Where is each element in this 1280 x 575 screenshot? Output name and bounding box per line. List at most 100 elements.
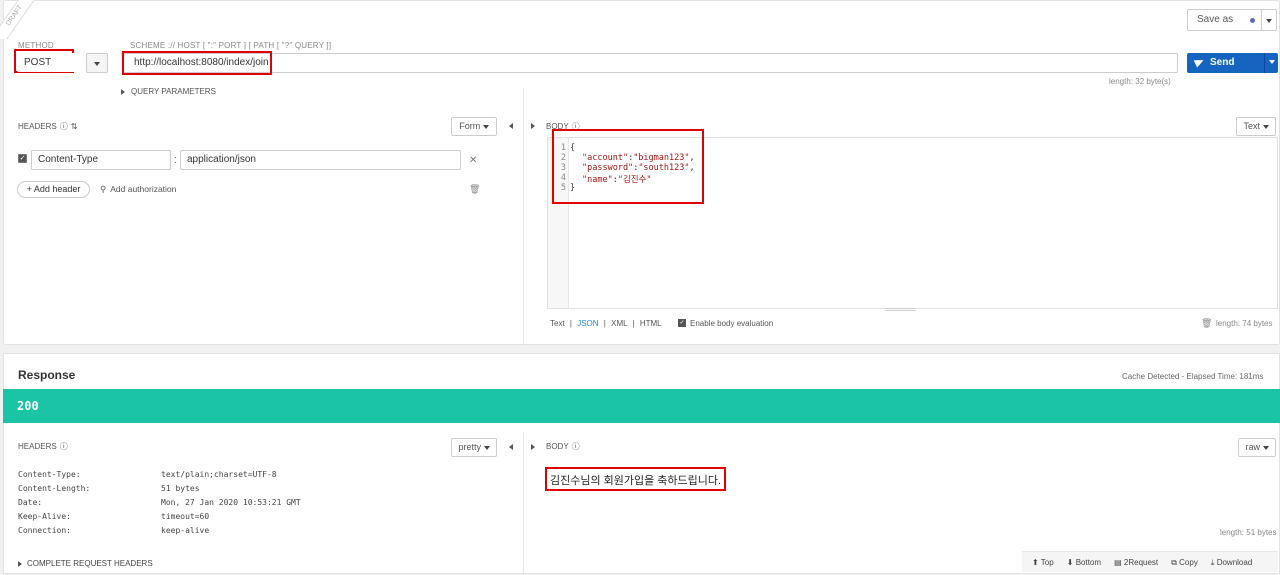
download-label: Download	[1216, 558, 1253, 567]
key-icon: ⚲	[100, 184, 107, 194]
url-input[interactable]: http://localhost:8080/index/join	[122, 53, 1178, 73]
query-parameters-toggle[interactable]: QUERY PARAMETERS	[121, 87, 216, 96]
url-highlight	[122, 51, 272, 75]
response-headers-mode-select[interactable]: pretty	[451, 438, 497, 457]
response-header-row: Keep-Alive: timeout=60	[18, 512, 318, 523]
save-as-label: Save as	[1197, 14, 1234, 25]
save-as-dropdown[interactable]	[1261, 9, 1277, 31]
request-panel: DRAFT METHOD POST SCHEME :// HOST [ ":" …	[0, 0, 1280, 346]
separator: |	[603, 319, 606, 328]
triangle-right-icon	[531, 444, 535, 451]
send-dropdown[interactable]	[1264, 53, 1278, 73]
body-length: length: 74 bytes	[1216, 319, 1273, 328]
chevron-down-icon	[1262, 124, 1269, 129]
download-button[interactable]: ⤓ Download	[1211, 553, 1252, 573]
response-headers-mode-label: pretty	[458, 442, 481, 452]
response-title: Response	[18, 368, 76, 382]
chevron-down-icon	[94, 61, 100, 66]
response-headers-title: HEADERS ⓘ	[18, 441, 68, 452]
response-header-value: 51 bytes	[161, 484, 200, 493]
add-authorization-link[interactable]: ⚲ Add authorization	[100, 184, 176, 195]
method-dropdown-button[interactable]	[86, 53, 108, 73]
response-body-mode-select[interactable]: raw	[1238, 438, 1276, 457]
send-icon	[1193, 56, 1206, 68]
add-authorization-label: Add authorization	[110, 184, 177, 194]
url-length: length: 32 byte(s)	[1109, 77, 1171, 86]
bottom-label: Bottom	[1075, 558, 1102, 567]
send-button[interactable]: Send	[1187, 53, 1264, 73]
body-mode-select[interactable]: Text	[1236, 117, 1276, 136]
complete-request-headers-label: COMPLETE REQUEST HEADERS	[27, 559, 153, 568]
panel-divider	[523, 432, 524, 575]
method-select[interactable]: POST	[17, 53, 87, 72]
help-icon: ⓘ	[59, 442, 68, 451]
format-text[interactable]: Text	[550, 319, 565, 328]
cache-info: Cache Detected - Elapsed Time: 181ms	[1122, 372, 1264, 381]
format-json[interactable]: JSON	[577, 319, 598, 328]
response-header-key: Date:	[18, 498, 43, 507]
response-body-title-text: BODY	[546, 442, 569, 451]
response-body-text: 김진수님의 회원가입을 축하드립니다.	[550, 475, 722, 487]
chevron-down-icon	[1262, 445, 1269, 450]
body-evaluation-checkbox[interactable]: ✓	[678, 319, 686, 327]
format-html[interactable]: HTML	[640, 319, 662, 328]
response-header-row: Content-Type: text/plain;charset=UTF-8	[18, 470, 318, 481]
expand-right-icon[interactable]	[531, 120, 535, 132]
remove-header-icon[interactable]: ✕	[469, 155, 477, 166]
triangle-right-icon	[531, 123, 535, 130]
add-header-button[interactable]: + Add header	[17, 181, 90, 198]
chevron-down-icon	[1268, 60, 1275, 65]
response-header-key: Connection:	[18, 526, 71, 535]
headers-title: HEADERS ⓘ ⇅	[18, 121, 77, 132]
body-evaluation-label: Enable body evaluation	[690, 319, 774, 328]
format-xml[interactable]: XML	[611, 319, 627, 328]
save-as-button[interactable]: Save as	[1187, 9, 1262, 31]
clear-body-icon[interactable]: 🗑	[1201, 318, 1212, 329]
header-separator: :	[174, 154, 178, 166]
draft-label: DRAFT	[0, 0, 41, 39]
expand-right-icon[interactable]	[531, 441, 535, 453]
response-header-row: Date: Mon, 27 Jan 2020 10:53:21 GMT	[18, 498, 318, 509]
status-bar: 200	[3, 389, 1280, 423]
response-header-key: Content-Type:	[18, 470, 81, 479]
chevron-down-icon	[1266, 18, 1272, 23]
response-header-value: text/plain;charset=UTF-8	[161, 470, 277, 479]
to-request-button[interactable]: ▤ 2Request	[1114, 553, 1158, 573]
sort-icon[interactable]: ⇅	[71, 122, 78, 131]
response-body-title: BODY ⓘ	[546, 441, 580, 452]
url-label: SCHEME :// HOST [ ":" PORT ] [ PATH [ "?…	[130, 41, 332, 50]
chevron-right-icon	[18, 560, 22, 567]
arrow-up-icon: ⬆	[1032, 558, 1039, 567]
panel-divider	[523, 88, 524, 346]
headers-mode-select[interactable]: Form	[451, 117, 497, 136]
header-enabled-checkbox[interactable]: ✓	[18, 154, 27, 163]
chevron-right-icon	[121, 88, 125, 95]
draft-ribbon: DRAFT	[0, 0, 44, 39]
header-value-input[interactable]: application/json	[180, 150, 461, 170]
resize-handle[interactable]	[886, 308, 916, 311]
response-header-value: Mon, 27 Jan 2020 10:53:21 GMT	[161, 498, 301, 507]
arrow-down-icon: ⬇	[1066, 558, 1074, 567]
top-button[interactable]: ⬆ Top	[1032, 553, 1054, 573]
complete-request-headers-toggle[interactable]: COMPLETE REQUEST HEADERS	[18, 559, 153, 568]
bottom-button[interactable]: ⬇ Bottom	[1067, 553, 1101, 573]
copy-button[interactable]: ⧉ Copy	[1171, 553, 1198, 573]
chevron-down-icon	[482, 124, 489, 129]
trash-icon[interactable]: 🗑	[469, 184, 480, 195]
header-name-input[interactable]: Content-Type	[31, 150, 171, 170]
help-icon: ⓘ	[571, 442, 580, 451]
document-icon: ▤	[1114, 558, 1122, 567]
collapse-left-icon[interactable]	[509, 441, 513, 453]
response-body-length: length: 51 bytes	[1220, 528, 1277, 537]
response-panel: Response Cache Detected - Elapsed Time: …	[3, 353, 1280, 575]
query-parameters-label: QUERY PARAMETERS	[131, 87, 216, 96]
send-label: Send	[1210, 57, 1235, 68]
response-header-row: Connection: keep-alive	[18, 526, 318, 537]
collapse-left-icon[interactable]	[509, 120, 513, 132]
status-code: 200	[17, 399, 39, 413]
help-icon: ⓘ	[59, 122, 68, 131]
response-header-value: timeout=60	[161, 512, 210, 521]
response-header-row: Content-Length: 51 bytes	[18, 484, 318, 495]
body-format-tabs: Text | JSON | XML | HTML	[550, 319, 662, 328]
triangle-left-icon	[509, 123, 513, 130]
